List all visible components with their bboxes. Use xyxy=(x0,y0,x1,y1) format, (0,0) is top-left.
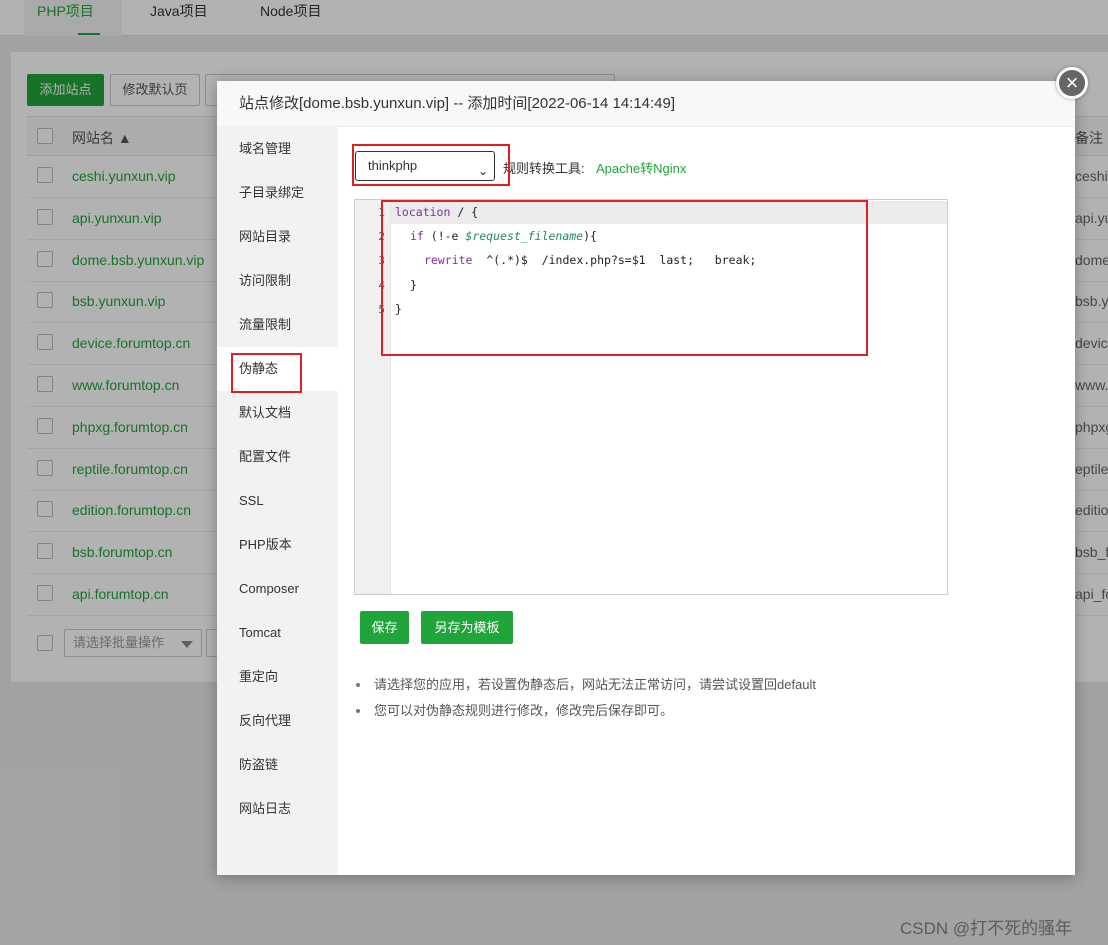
highlight-menu-annotation xyxy=(231,353,302,393)
side-menu-item[interactable]: PHP版本 xyxy=(217,523,338,567)
side-menu-item[interactable]: SSL xyxy=(217,479,338,523)
side-menu-item[interactable]: 流量限制 xyxy=(217,303,338,347)
watermark: CSDN @打不死的骚年 xyxy=(900,919,1073,938)
tip-item: 请选择您的应用，若设置伪静态后，网站无法正常访问，请尝试设置回default xyxy=(354,675,816,701)
side-menu-item[interactable]: Tomcat xyxy=(217,611,338,655)
side-menu-item[interactable]: 反向代理 xyxy=(217,699,338,743)
modal-side-menu: 域名管理 子目录绑定 网站目录 访问限制 流量限制 伪静态 默认文档 配置文件 SSL PHP版本… xyxy=(217,127,338,875)
modal-title: 站点修改[dome.bsb.yunxun.vip] -- 添加时间[2022-0… xyxy=(217,81,1075,127)
tip-item: 您可以对伪静态规则进行修改，修改完后保存即可。 xyxy=(354,701,816,727)
apache-to-nginx-link[interactable]: Apache转Nginx xyxy=(596,158,686,177)
side-menu-item[interactable]: 网站目录 xyxy=(217,215,338,259)
save-button[interactable]: 保存 xyxy=(360,611,409,644)
save-as-template-button[interactable]: 另存为模板 xyxy=(421,611,513,644)
side-menu-item[interactable]: 重定向 xyxy=(217,655,338,699)
side-menu-item[interactable]: Composer xyxy=(217,567,338,611)
help-tips: 请选择您的应用，若设置伪静态后，网站无法正常访问，请尝试设置回default 您… xyxy=(354,675,816,727)
side-menu-item[interactable]: 配置文件 xyxy=(217,435,338,479)
highlight-code-annotation xyxy=(381,200,868,356)
side-menu-item[interactable]: 防盗链 xyxy=(217,743,338,787)
highlight-select-annotation xyxy=(352,144,510,186)
side-menu-item[interactable]: 默认文档 xyxy=(217,391,338,435)
side-menu-item[interactable]: 域名管理 xyxy=(217,127,338,171)
rule-tool-label: 规则转换工具: xyxy=(503,161,585,176)
side-menu-item[interactable]: 网站日志 xyxy=(217,787,338,831)
side-menu-item[interactable]: 子目录绑定 xyxy=(217,171,338,215)
close-icon[interactable]: × xyxy=(1056,67,1088,99)
side-menu-item[interactable]: 访问限制 xyxy=(217,259,338,303)
